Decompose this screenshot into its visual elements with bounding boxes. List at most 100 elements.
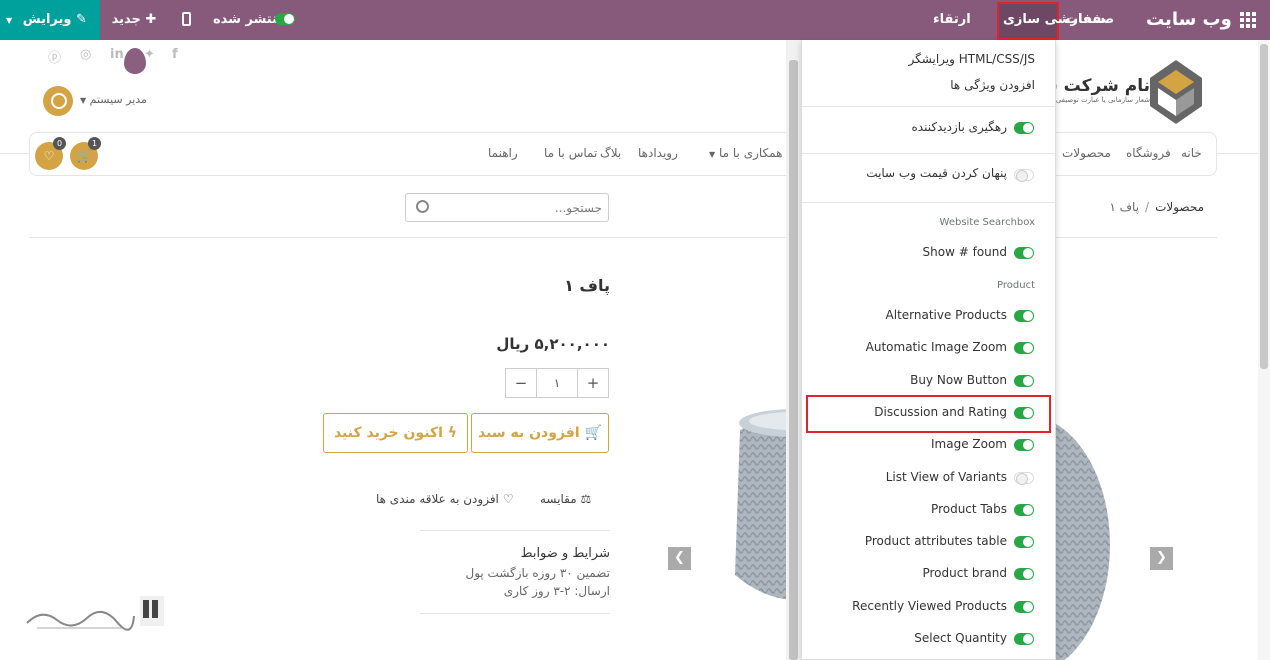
nav-join-us[interactable]: همکاری با ما ▼	[709, 146, 782, 160]
divider	[802, 106, 1055, 107]
quantity-value[interactable]: ۱	[536, 369, 578, 397]
menu-option-recently-viewed-products[interactable]: Recently Viewed Products	[852, 599, 1007, 613]
option-toggle[interactable]	[1014, 342, 1034, 354]
watermark-logo	[26, 596, 164, 631]
breadcrumb-separator: /	[1145, 200, 1150, 214]
option-toggle[interactable]	[1014, 536, 1034, 548]
option-toggle[interactable]	[1014, 504, 1034, 516]
app-title: وب سایت	[1146, 9, 1232, 30]
menu-option-product-brand[interactable]: Product brand	[922, 566, 1007, 580]
buy-now-button[interactable]: ϟ اکنون خرید کنید	[323, 413, 468, 453]
user-name: مدیر سیستم	[89, 93, 147, 106]
menu-option-alternative-products[interactable]: Alternative Products	[886, 308, 1007, 322]
heart-icon: ♡	[43, 149, 55, 163]
menu-visitor-tracking[interactable]: رهگیری بازدیدکننده	[911, 120, 1007, 134]
quantity-stepper: − ۱ +	[505, 368, 609, 398]
divider	[1216, 153, 1258, 154]
caret-down-icon: ▼	[709, 150, 716, 159]
nav-home[interactable]: خانه	[1181, 146, 1202, 160]
pinterest-icon[interactable]: ⓟ	[48, 47, 61, 66]
product-price: ۵,۲۰۰,۰۰۰ ریال	[496, 335, 610, 353]
cart-count-badge: 1	[88, 137, 101, 150]
breadcrumb: محصولات / پاف ۱	[1100, 200, 1204, 214]
quantity-minus-button[interactable]: −	[506, 369, 536, 397]
option-toggle[interactable]	[1014, 633, 1034, 645]
visitor-tracking-toggle[interactable]	[1014, 122, 1034, 134]
mobile-preview-icon[interactable]	[182, 12, 191, 26]
option-toggle[interactable]	[1014, 375, 1034, 387]
page-scrollbar-thumb[interactable]	[1260, 44, 1268, 369]
wishlist-button[interactable]: ♡ 0	[35, 137, 66, 170]
nav-events[interactable]: رویدادها	[638, 146, 678, 160]
instagram-icon[interactable]: ◎	[80, 47, 91, 62]
product-search-input[interactable]	[436, 198, 602, 218]
divider	[0, 153, 30, 154]
menu-html-editor[interactable]: ویرایشگر HTML/CSS/JS	[909, 52, 1035, 66]
top-navbar: ▼ ویرایش ✎ جدید ✚ منتشر شده ارتقاء سفارش…	[0, 0, 1270, 40]
company-name: نام شرکت شما	[1050, 76, 1150, 96]
published-toggle[interactable]	[275, 13, 295, 25]
product-search-box	[405, 193, 609, 222]
menu-hide-price[interactable]: پنهان کردن قیمت وب سایت	[866, 166, 1007, 180]
pencil-icon: ✎	[75, 12, 87, 27]
edit-button[interactable]: ▼ ویرایش ✎	[0, 0, 100, 40]
upgrade-menu[interactable]: ارتقاء	[933, 0, 971, 40]
caret-down-icon: ▼	[80, 96, 87, 105]
compare-link[interactable]: ⚖ مقایسه	[540, 492, 591, 506]
cart-button[interactable]: 🛒 1	[70, 137, 101, 170]
company-slogan: شعار سازمانی یا عبارت توصیفی	[1055, 96, 1150, 104]
hide-price-toggle[interactable]	[1014, 169, 1034, 182]
menu-option-image-zoom[interactable]: Image Zoom	[931, 437, 1007, 451]
user-menu[interactable]: ▼ مدیر سیستم	[80, 93, 147, 106]
edit-button-label: ویرایش	[22, 12, 72, 27]
company-logo-text[interactable]: نام شرکت شما شعار سازمانی یا عبارت توصیف…	[1050, 76, 1150, 104]
compare-icon: ⚖	[580, 492, 592, 506]
option-toggle[interactable]	[1014, 439, 1034, 451]
option-toggle[interactable]	[1014, 568, 1034, 580]
nav-help[interactable]: راهنما	[488, 146, 518, 160]
new-button[interactable]: جدید ✚	[100, 0, 168, 40]
company-logo-icon[interactable]	[1150, 60, 1202, 124]
menu-show-found[interactable]: Show # found	[923, 245, 1007, 259]
quantity-plus-button[interactable]: +	[578, 369, 608, 397]
dropdown-scrollbar-thumb[interactable]	[789, 60, 798, 660]
option-toggle[interactable]	[1014, 472, 1034, 485]
menu-add-features[interactable]: افزودن ویژگی ها	[950, 78, 1035, 92]
linkedin-icon[interactable]: in	[110, 47, 124, 62]
nav-blog[interactable]: بلاگ	[600, 146, 621, 160]
menu-option-select-quantity[interactable]: Select Quantity	[914, 631, 1007, 645]
menu-option-automatic-image-zoom[interactable]: Automatic Image Zoom	[866, 340, 1007, 354]
new-button-label: جدید	[111, 12, 141, 27]
search-icon[interactable]	[416, 200, 429, 213]
add-to-wishlist-label: افزودن به علاقه مندی ها	[376, 492, 499, 506]
compare-label: مقایسه	[540, 492, 577, 506]
chevron-right-icon: ❯	[1156, 550, 1167, 565]
chevron-left-icon: ❮	[674, 550, 685, 565]
divider	[802, 153, 1055, 154]
show-found-toggle[interactable]	[1014, 247, 1034, 259]
add-to-wishlist-link[interactable]: ♡ افزودن به علاقه مندی ها	[376, 492, 513, 506]
drop-marker-icon	[124, 48, 146, 74]
bolt-icon: ϟ	[447, 425, 458, 441]
nav-shop[interactable]: فروشگاه	[1126, 146, 1171, 160]
breadcrumb-products[interactable]: محصولات	[1155, 200, 1204, 214]
image-next-button[interactable]: ❯	[1150, 547, 1173, 570]
menu-option-product-tabs[interactable]: Product Tabs	[931, 502, 1007, 516]
option-toggle[interactable]	[1014, 310, 1034, 322]
search-icon[interactable]	[43, 86, 73, 116]
nav-products[interactable]: محصولات	[1062, 146, 1111, 160]
facebook-icon[interactable]: f	[172, 47, 178, 62]
image-prev-button[interactable]: ❮	[668, 547, 691, 570]
pages-menu[interactable]: صفحات	[1065, 0, 1114, 40]
menu-option-product-attributes-table[interactable]: Product attributes table	[865, 534, 1007, 548]
product-title: پاف ۱	[564, 276, 610, 295]
apps-grid-icon[interactable]	[1240, 12, 1256, 28]
option-toggle[interactable]	[1014, 601, 1034, 613]
add-to-cart-button[interactable]: 🛒 افزودن به سبد	[471, 413, 609, 453]
section-header-product: Product	[997, 280, 1035, 291]
menu-option-list-view-of-variants[interactable]: List View of Variants	[886, 470, 1007, 484]
menu-option-buy-now-button[interactable]: Buy Now Button	[910, 373, 1007, 387]
nav-contact[interactable]: تماس با ما	[544, 146, 597, 160]
cart-icon: 🛒	[584, 425, 602, 441]
cart-icon: 🛒	[76, 149, 92, 163]
